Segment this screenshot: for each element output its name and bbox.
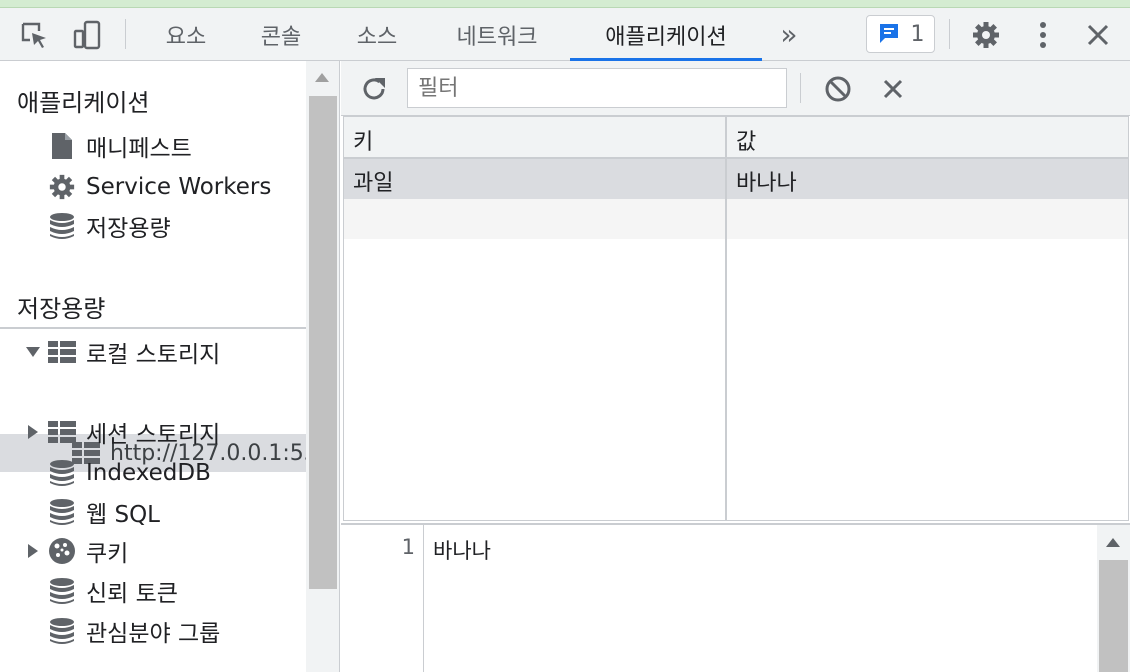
database-icon: [47, 458, 77, 488]
sidebar-scrollbar[interactable]: [306, 61, 340, 672]
application-sidebar: 애플리케이션 매니페스트 Service Workers 저장용량 저장용량 로…: [0, 61, 306, 672]
sidebar-item-label: 세션 스토리지: [86, 422, 221, 448]
sidebar-section-application: 애플리케이션: [17, 89, 150, 117]
delete-selected-icon[interactable]: [877, 61, 909, 116]
preview-content[interactable]: 바나나: [433, 535, 491, 565]
more-options-icon[interactable]: [1028, 8, 1058, 61]
window-top-strip: [0, 0, 1130, 8]
tab-sources[interactable]: 소스: [339, 8, 415, 61]
scroll-up-icon[interactable]: [315, 73, 329, 82]
tab-network[interactable]: 네트워크: [436, 8, 558, 61]
more-tabs-icon[interactable]: »: [770, 8, 808, 61]
scrollbar-thumb[interactable]: [1099, 560, 1128, 672]
cell-value[interactable]: 바나나: [736, 165, 797, 197]
sidebar-divider: [0, 327, 306, 329]
sidebar-item-trust-tokens[interactable]: 신뢰 토큰: [47, 571, 178, 611]
sidebar-item-label: IndexedDB: [86, 460, 211, 486]
sidebar-item-label: 쿠키: [86, 541, 129, 567]
sidebar-item-storage[interactable]: 저장용량: [47, 206, 171, 246]
clear-all-icon[interactable]: [821, 61, 855, 116]
preview-scrollbar[interactable]: [1097, 525, 1130, 672]
storage-table: 키 값 과일 바나나: [343, 116, 1129, 521]
sidebar-item-label: 신뢰 토큰: [86, 581, 178, 607]
expand-toggle[interactable]: [25, 531, 41, 571]
tab-console[interactable]: 콘솔: [243, 8, 319, 61]
toolbar-divider: [949, 19, 950, 49]
table-icon: [47, 417, 77, 447]
devtools-toolbar: 요소 콘솔 소스 네트워크 애플리케이션 » 1: [0, 8, 1130, 61]
expand-toggle[interactable]: [25, 412, 41, 452]
value-preview: 1 바나나: [341, 523, 1130, 672]
sidebar-item-label: 매니페스트: [86, 136, 192, 162]
sidebar-item-interest-groups[interactable]: 관심분야 그룹: [47, 611, 220, 651]
chevron-right-icon: [28, 544, 38, 558]
filter-input[interactable]: [407, 68, 787, 108]
tab-elements[interactable]: 요소: [148, 8, 224, 61]
refresh-icon[interactable]: [357, 61, 391, 116]
cell-key[interactable]: 과일: [353, 165, 393, 197]
database-icon: [47, 616, 77, 646]
table-icon: [47, 337, 77, 367]
issues-count: 1: [910, 21, 925, 47]
sidebar-item-label: 로컬 스토리지: [86, 342, 221, 368]
settings-icon[interactable]: [966, 8, 1006, 61]
database-icon: [47, 211, 77, 241]
cookie-icon: [47, 536, 77, 566]
document-icon: [47, 131, 77, 161]
close-icon[interactable]: [1080, 8, 1116, 61]
database-icon: [47, 576, 77, 606]
sidebar-section-storage: 저장용량: [17, 295, 106, 323]
gear-icon: [47, 172, 77, 202]
column-divider[interactable]: [725, 117, 727, 520]
chevron-right-icon: [28, 425, 38, 439]
sidebar-item-label: 웹 SQL: [86, 502, 160, 528]
database-icon: [47, 497, 77, 527]
sidebar-item-local-storage[interactable]: 로컬 스토리지: [47, 332, 220, 372]
sidebar-item-websql[interactable]: 웹 SQL: [47, 492, 160, 532]
issues-icon: [879, 24, 898, 43]
storage-view: 키 값 과일 바나나 1 바나나: [341, 61, 1130, 672]
scrollbar-thumb[interactable]: [309, 96, 337, 589]
line-number: 1: [401, 535, 415, 559]
sidebar-item-label: 관심분야 그룹: [86, 621, 221, 647]
scroll-up-icon[interactable]: [1106, 538, 1120, 547]
sidebar-item-manifest[interactable]: 매니페스트: [47, 126, 192, 166]
table-row[interactable]: 과일 바나나: [344, 159, 1128, 199]
issues-button[interactable]: 1: [866, 15, 935, 53]
column-header-value[interactable]: 값: [736, 124, 756, 156]
sidebar-item-indexeddb[interactable]: IndexedDB: [47, 453, 211, 493]
storage-toolbar: [341, 61, 1130, 116]
sidebar-item-service-workers[interactable]: Service Workers: [47, 167, 271, 207]
expand-toggle[interactable]: [25, 332, 41, 372]
inspect-icon[interactable]: [14, 8, 54, 61]
toolbar-divider: [800, 73, 801, 103]
sidebar-item-session-storage[interactable]: 세션 스토리지: [47, 412, 220, 452]
table-row-empty[interactable]: [344, 199, 1128, 239]
sidebar-item-label: 저장용량: [86, 216, 171, 242]
sidebar-item-label: Service Workers: [86, 174, 272, 200]
line-gutter: 1: [341, 525, 424, 672]
column-header-key[interactable]: 키: [353, 124, 373, 156]
chevron-down-icon: [26, 347, 40, 357]
sidebar-item-cookies[interactable]: 쿠키: [47, 531, 128, 571]
tab-application[interactable]: 애플리케이션: [570, 8, 762, 61]
toolbar-divider: [125, 19, 126, 49]
device-toggle-icon[interactable]: [66, 8, 108, 61]
table-header: 키 값: [344, 117, 1128, 159]
